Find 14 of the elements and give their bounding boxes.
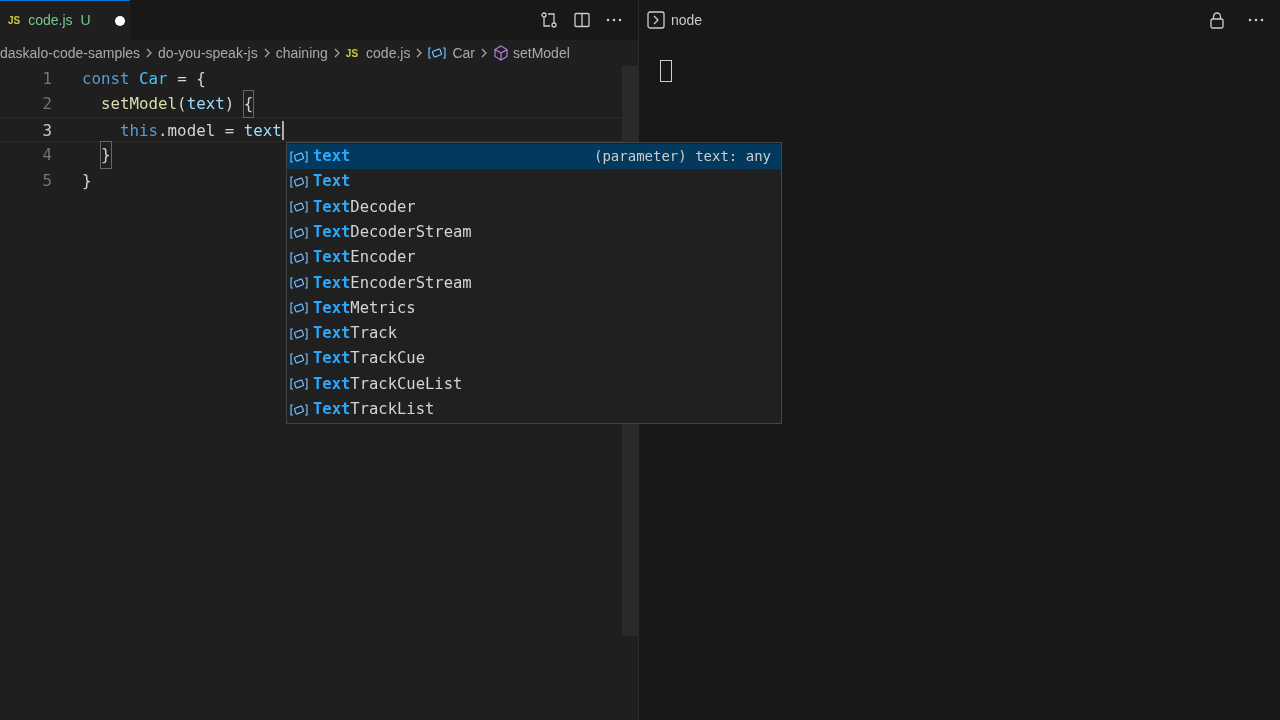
line-number: 3 — [41, 119, 53, 142]
tab-filename: code.js — [28, 11, 73, 30]
code-line: } — [82, 169, 92, 192]
line-number: 5 — [41, 169, 53, 192]
line-number: 1 — [41, 68, 53, 90]
git-status: U — [80, 11, 91, 30]
code-line: setModel(text) { — [82, 91, 254, 117]
code-line: const Car = { — [82, 68, 206, 90]
line-number: 4 — [41, 144, 53, 167]
line-number: 2 — [41, 93, 53, 116]
code-line: } — [82, 142, 111, 168]
code-line: this.model = text — [119, 119, 282, 142]
js-file-icon: JS — [8, 13, 21, 28]
js-file-icon: JS — [345, 45, 359, 61]
